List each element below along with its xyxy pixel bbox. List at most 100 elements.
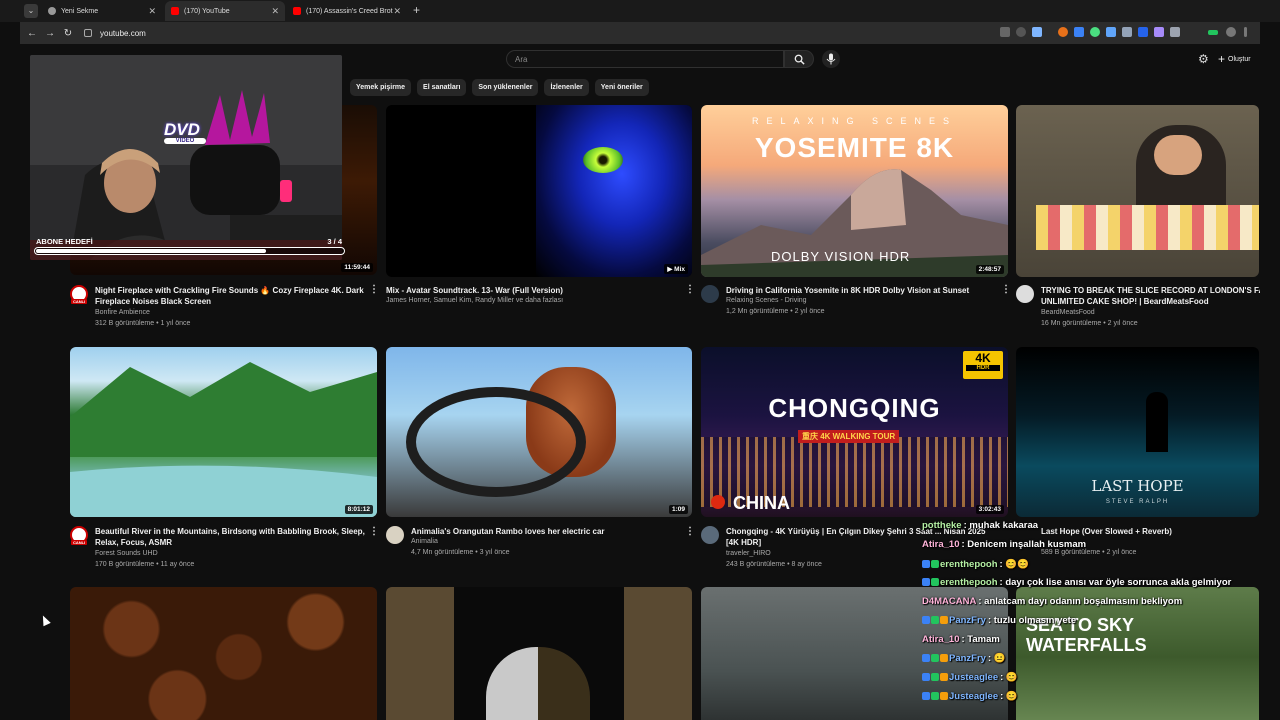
- video-menu-button[interactable]: ⋮: [369, 526, 379, 537]
- site-info-icon[interactable]: [84, 29, 92, 37]
- chat-message: pottheke: muhak kakaraa: [922, 520, 1038, 531]
- video-title[interactable]: Animalia's Orangutan Rambo loves her ele…: [411, 526, 681, 537]
- tab-search-icon[interactable]: ⌄: [24, 4, 38, 18]
- chat-text: : muhak kakaraa: [963, 520, 1039, 531]
- extension-icon[interactable]: [1154, 27, 1164, 37]
- china-flag-icon: [711, 495, 725, 509]
- thumbnail-badge: DOLBY VISION HDR: [771, 249, 911, 264]
- chat-username: PanzFry: [949, 653, 986, 664]
- chip[interactable]: İzlenenler: [544, 79, 589, 96]
- bookmark-star-icon[interactable]: [1032, 27, 1042, 37]
- reload-button[interactable]: ↻: [59, 28, 77, 39]
- tab-title: (170) Assassin's Creed Brot: [306, 7, 393, 15]
- channel-name[interactable]: Animalia: [411, 538, 438, 545]
- create-button[interactable]: + Oluştur: [1218, 50, 1251, 68]
- video-thumbnail[interactable]: RELAXING SCENES YOSEMITE 8K DOLBY VISION…: [701, 105, 1008, 277]
- chat-badge-icon: [940, 673, 948, 681]
- video-duration: 2:48:57: [975, 265, 1004, 274]
- chat-username: pottheke: [922, 520, 962, 531]
- voice-search-button[interactable]: [822, 50, 840, 68]
- chat-message: erenthepooh: dayı çok lise anısı var öyl…: [922, 577, 1231, 588]
- extension-icon[interactable]: [1090, 27, 1100, 37]
- video-thumbnail[interactable]: [1016, 105, 1259, 277]
- eye-off-icon[interactable]: [1016, 27, 1026, 37]
- video-stats: 16 Mn görüntüleme • 2 yıl önce: [1041, 320, 1138, 327]
- extension-icon[interactable]: [1170, 27, 1180, 37]
- video-title[interactable]: Driving in California Yosemite in 8K HDR…: [726, 285, 996, 296]
- extension-icon[interactable]: [1106, 27, 1116, 37]
- video-meta: CANLI Night Fireplace with Crackling Fir…: [70, 285, 370, 330]
- search-button[interactable]: [784, 50, 814, 68]
- search-input[interactable]: Ara: [506, 50, 784, 68]
- browser-tab-bar: ⌄ Yeni Sekme ✕ (170) YouTube ✕ (170) Ass…: [0, 0, 1280, 22]
- video-title[interactable]: Mix - Avatar Soundtrack. 13- War (Full V…: [386, 285, 676, 296]
- chip[interactable]: Son yüklenenler: [472, 79, 539, 96]
- menu-kebab-icon[interactable]: [1244, 27, 1247, 37]
- close-icon[interactable]: ✕: [148, 6, 156, 17]
- goal-progress-bar: [34, 247, 345, 255]
- channel-avatar[interactable]: [1016, 285, 1034, 303]
- profile-icon[interactable]: [1226, 27, 1236, 37]
- video-title[interactable]: Beautiful River in the Mountains, Birdso…: [95, 526, 365, 548]
- video-thumbnail[interactable]: ▶ Mix: [386, 105, 692, 277]
- youtube-icon: [293, 7, 301, 15]
- 4k-hdr-badge: 4K HDR: [963, 351, 1003, 379]
- video-menu-button[interactable]: ⋮: [1001, 284, 1011, 295]
- chat-badge-icon: [922, 692, 930, 700]
- cast-icon[interactable]: [1000, 27, 1010, 37]
- video-title[interactable]: Night Fireplace with Crackling Fire Soun…: [95, 285, 365, 307]
- chat-badge-icon: [940, 692, 948, 700]
- screen: ⌄ Yeni Sekme ✕ (170) YouTube ✕ (170) Ass…: [0, 0, 1280, 720]
- tab-new[interactable]: Yeni Sekme ✕: [42, 1, 162, 21]
- channel-name[interactable]: James Horner, Samuel Kim, Randy Miller v…: [386, 297, 563, 304]
- channel-name[interactable]: Relaxing Scenes - Driving: [726, 297, 807, 304]
- video-menu-button[interactable]: ⋮: [685, 526, 695, 537]
- channel-name[interactable]: Bonfire Ambience: [95, 309, 150, 316]
- gear-icon[interactable]: ⚙: [1198, 52, 1212, 66]
- video-thumbnail[interactable]: [386, 587, 692, 720]
- thumbnail-title: LAST HOPE: [1091, 477, 1184, 495]
- extension-icon[interactable]: [1074, 27, 1084, 37]
- video-thumbnail[interactable]: 8:01:12: [70, 347, 377, 517]
- back-button[interactable]: ←: [23, 28, 41, 39]
- address-bar[interactable]: youtube.com: [84, 25, 1084, 41]
- subscriber-goal-widget: ABONE HEDEFİ 3 / 4: [33, 236, 346, 258]
- thumbnail-caption: CHINA: [733, 493, 790, 513]
- tab-assassins-creed[interactable]: (170) Assassin's Creed Brot ✕: [287, 1, 407, 21]
- chat-text: : Tamam: [961, 634, 1000, 645]
- chat-badge-icon: [940, 616, 948, 624]
- video-thumbnail[interactable]: LAST HOPE STEVE RALPH: [1016, 347, 1259, 517]
- chat-badge-icon: [931, 578, 939, 586]
- webcam-overlay: DVD VIDEO: [30, 55, 342, 260]
- extension-icon[interactable]: [1122, 27, 1132, 37]
- channel-name[interactable]: traveler_HIRO: [726, 550, 771, 557]
- new-tab-button[interactable]: +: [413, 3, 420, 17]
- video-meta: CANLI Beautiful River in the Mountains, …: [70, 526, 370, 571]
- chip[interactable]: Yemek pişirme: [350, 79, 412, 96]
- goal-count: 3 / 4: [327, 237, 342, 246]
- channel-avatar[interactable]: [701, 526, 719, 544]
- video-thumbnail[interactable]: 4K HDR CHONGQING 重庆 4K WALKING TOUR CHIN…: [701, 347, 1008, 517]
- channel-avatar[interactable]: [701, 285, 719, 303]
- video-title[interactable]: TRYING TO BREAK THE SLICE RECORD AT LOND…: [1041, 285, 1260, 307]
- chip[interactable]: El sanatları: [417, 79, 467, 96]
- close-icon[interactable]: ✕: [271, 6, 279, 17]
- tab-youtube[interactable]: (170) YouTube ✕: [165, 1, 285, 21]
- chat-text: : dayı çok lise anısı var öyle sorrunca …: [999, 577, 1232, 588]
- video-menu-button[interactable]: ⋮: [685, 284, 695, 295]
- channel-name[interactable]: Forest Sounds UHD: [95, 550, 158, 557]
- chat-text: : Denicem inşallah kusmam: [961, 539, 1087, 550]
- channel-avatar[interactable]: [386, 526, 404, 544]
- close-icon[interactable]: ✕: [393, 6, 401, 17]
- channel-name[interactable]: BeardMeatsFood: [1041, 309, 1095, 316]
- chat-message: Atira_10: Denicem inşallah kusmam: [922, 539, 1086, 550]
- video-thumbnail[interactable]: [70, 587, 377, 720]
- video-stats: 170 B görüntüleme • 11 ay önce: [95, 561, 195, 568]
- extension-icon[interactable]: [1058, 27, 1068, 37]
- forward-button[interactable]: →: [41, 28, 59, 39]
- video-thumbnail[interactable]: 1:09: [386, 347, 692, 517]
- chat-badge-icon: [931, 673, 939, 681]
- extension-icon[interactable]: [1138, 27, 1148, 37]
- chip[interactable]: Yeni öneriler: [594, 79, 649, 96]
- address-text: youtube.com: [100, 28, 146, 38]
